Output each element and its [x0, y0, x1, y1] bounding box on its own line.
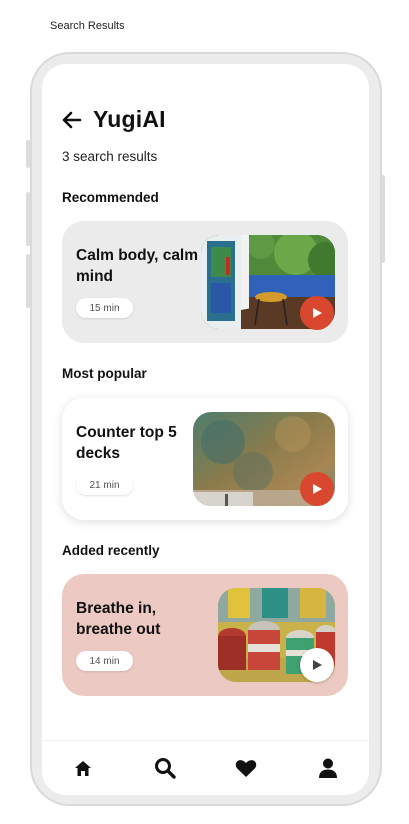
nav-favorites[interactable] [206, 741, 288, 795]
card-title: Calm body, calm mind [76, 247, 199, 285]
header: YugiAI [62, 106, 166, 133]
nav-profile[interactable] [287, 741, 369, 795]
search-icon [154, 758, 176, 779]
arrow-left-icon[interactable] [62, 109, 84, 131]
section-title-recommended: Recommended [62, 190, 159, 205]
section-title-added-recently: Added recently [62, 543, 160, 558]
duration-badge: 21 min [76, 475, 133, 495]
home-icon [74, 760, 91, 776]
nav-home[interactable] [42, 741, 124, 795]
content-card-recommended[interactable]: Calm body, calm mind 15 min [62, 221, 348, 343]
card-title: Counter top 5 decks [76, 424, 177, 462]
heart-icon [236, 759, 257, 777]
results-count: 3 search results [62, 149, 158, 164]
bottom-nav [42, 740, 369, 795]
play-button[interactable] [300, 472, 334, 506]
section-title-most-popular: Most popular [62, 366, 147, 381]
card-title: Breathe in, breathe out [76, 600, 161, 638]
duration-badge: 15 min [76, 298, 133, 318]
play-icon [313, 660, 322, 670]
user-icon [319, 758, 338, 778]
page-title: YugiAI [93, 106, 166, 132]
play-icon [313, 308, 322, 318]
play-button[interactable] [300, 296, 334, 330]
content-card-most-popular[interactable]: Counter top 5 decks 21 min [62, 398, 348, 520]
duration-badge: 14 min [76, 651, 133, 671]
content-card-added-recently[interactable]: Breathe in, breathe out 14 min [62, 574, 348, 696]
nav-search[interactable] [124, 741, 206, 795]
play-icon [313, 484, 322, 494]
frame-caption: Search Results [50, 20, 125, 32]
play-button[interactable] [300, 648, 334, 682]
app-screen: YugiAI 3 search results Recommended Calm… [42, 64, 369, 795]
